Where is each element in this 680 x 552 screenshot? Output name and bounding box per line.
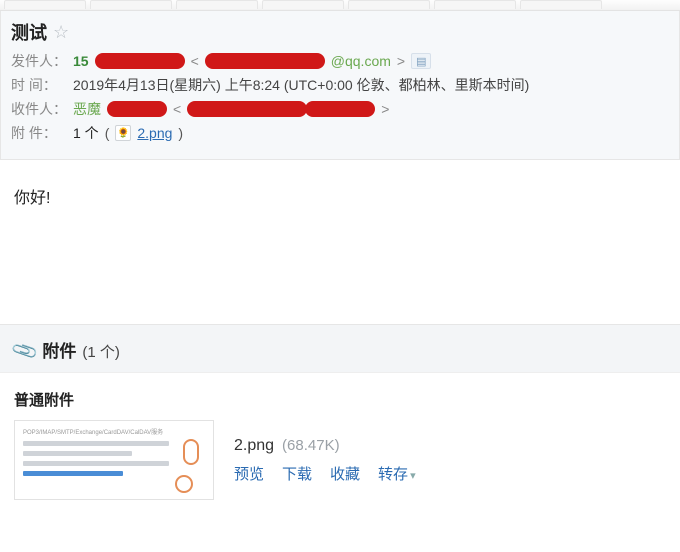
- sender-address-suffix[interactable]: @qq.com: [331, 53, 391, 69]
- angle-close: >: [397, 53, 405, 69]
- email-subject: 测试: [11, 19, 47, 45]
- attachments-panel: 📎 附件 (1 个) 普通附件 POP3/IMAP/SMTP/Exchange/…: [0, 324, 680, 516]
- attachment-item: POP3/IMAP/SMTP/Exchange/CardDAV/CalDAV服务…: [14, 420, 666, 500]
- redaction: [305, 101, 375, 117]
- tab-strip: [0, 0, 680, 11]
- email-body: 你好!: [0, 160, 680, 324]
- paren-open: (: [105, 125, 110, 141]
- forward-action-label: 转存: [378, 466, 408, 483]
- angle-open: <: [191, 53, 199, 69]
- redaction: [205, 53, 325, 69]
- sender-row: 发件人： 15 < @qq.com > ▤: [11, 51, 669, 71]
- recipient-name[interactable]: 恶魔: [73, 99, 101, 119]
- thumb-header-text: POP3/IMAP/SMTP/Exchange/CardDAV/CalDAV服务: [23, 427, 205, 436]
- sender-label: 发件人：: [11, 51, 67, 71]
- subject-line: 测试 ☆: [11, 19, 669, 45]
- tab[interactable]: [90, 0, 172, 9]
- time-row: 时 间： 2019年4月13日(星期六) 上午8:24 (UTC+0:00 伦敦…: [11, 75, 669, 95]
- star-icon[interactable]: ☆: [53, 23, 69, 41]
- recipient-label: 收件人：: [11, 99, 67, 119]
- download-action[interactable]: 下载: [282, 463, 312, 484]
- attachment-name[interactable]: 2.png: [234, 437, 274, 455]
- paperclip-icon: 📎: [10, 337, 40, 366]
- sender-name[interactable]: 15: [73, 53, 89, 69]
- paren-close: ): [178, 125, 183, 141]
- body-text: 你好!: [14, 190, 50, 207]
- angle-open: <: [173, 101, 181, 117]
- attachment-actions: 预览 下载 收藏 转存▾: [234, 463, 416, 484]
- time-value: 2019年4月13日(星期六) 上午8:24 (UTC+0:00 伦敦、都柏林、…: [73, 75, 529, 95]
- tab[interactable]: [262, 0, 344, 9]
- image-file-icon: 🌻: [115, 125, 131, 141]
- inline-attachment-link[interactable]: 2.png: [137, 125, 172, 141]
- forward-action[interactable]: 转存▾: [378, 463, 416, 484]
- attachments-title: 附件: [42, 337, 76, 362]
- chevron-down-icon: ▾: [410, 470, 416, 482]
- attach-count: 1 个: [73, 123, 99, 143]
- attachments-header: 📎 附件 (1 个): [0, 325, 680, 373]
- attachment-thumbnail[interactable]: POP3/IMAP/SMTP/Exchange/CardDAV/CalDAV服务: [14, 420, 214, 500]
- tab[interactable]: [348, 0, 430, 9]
- attach-label: 附 件：: [11, 123, 67, 143]
- angle-close: >: [381, 101, 389, 117]
- tab[interactable]: [520, 0, 602, 9]
- redaction: [107, 101, 167, 117]
- tab[interactable]: [434, 0, 516, 9]
- time-label: 时 间：: [11, 75, 67, 95]
- tab[interactable]: [176, 0, 258, 9]
- email-header-panel: 测试 ☆ 发件人： 15 < @qq.com > ▤ 时 间： 2019年4月1…: [0, 11, 680, 160]
- email-view: 测试 ☆ 发件人： 15 < @qq.com > ▤ 时 间： 2019年4月1…: [0, 0, 680, 552]
- attachments-section-title: 普通附件: [14, 389, 666, 410]
- attachments-count: (1 个): [82, 341, 120, 362]
- recipient-row: 收件人： 恶魔 < >: [11, 99, 669, 119]
- attachment-inline-row: 附 件： 1 个 ( 🌻 2.png ): [11, 123, 669, 143]
- attachments-body: 普通附件 POP3/IMAP/SMTP/Exchange/CardDAV/Cal…: [0, 373, 680, 516]
- attachment-size: (68.47K): [282, 437, 340, 454]
- contact-card-icon[interactable]: ▤: [411, 53, 431, 69]
- preview-action[interactable]: 预览: [234, 463, 264, 484]
- favorite-action[interactable]: 收藏: [330, 463, 360, 484]
- tab[interactable]: [4, 0, 86, 9]
- redaction: [187, 101, 307, 117]
- attachment-meta: 2.png (68.47K) 预览 下载 收藏 转存▾: [234, 437, 416, 484]
- redaction: [95, 53, 185, 69]
